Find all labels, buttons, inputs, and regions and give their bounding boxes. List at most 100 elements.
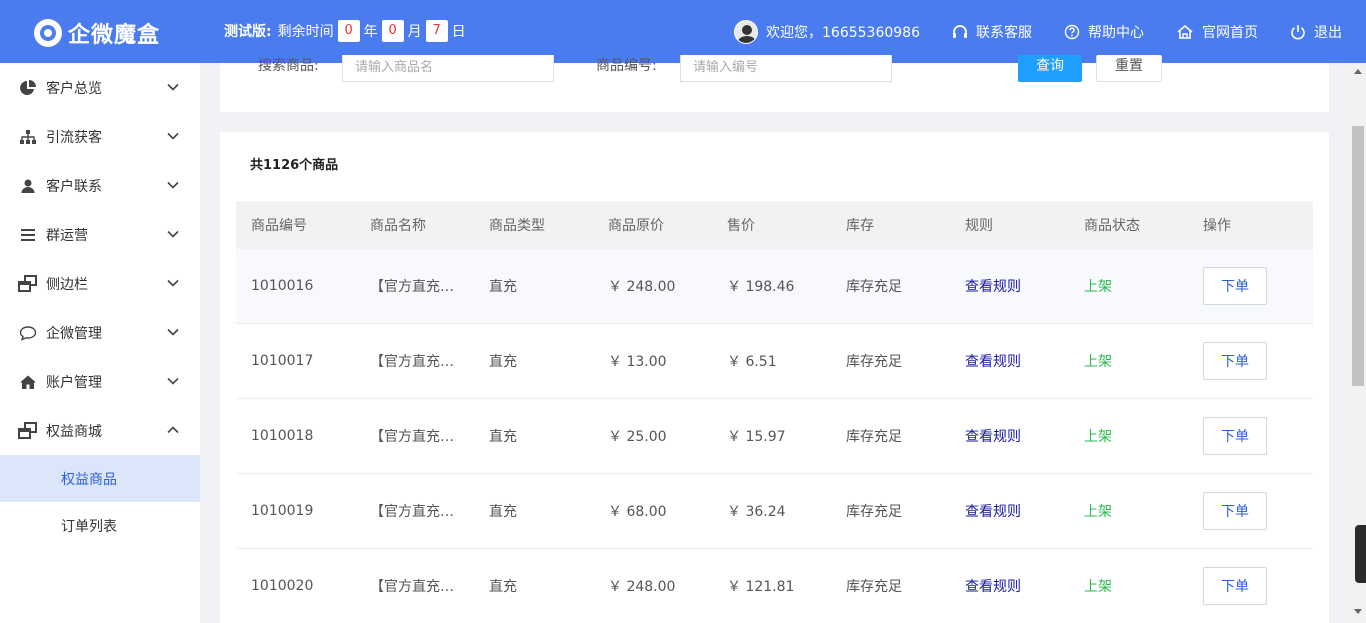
cell-price: ￥ 15.97 [727,429,786,445]
order-button[interactable]: 下单 [1203,567,1267,605]
user-icon [18,178,38,194]
user-welcome[interactable]: 欢迎您，16655360986 [734,19,920,44]
view-rule-link[interactable]: 查看规则 [950,501,1069,521]
sidebar-item-traffic[interactable]: 引流获客 [0,112,200,161]
cell-stock: 库存充足 [846,504,902,520]
cell-stock: 库存充足 [846,354,902,370]
status-badge: 上架 [1084,579,1112,595]
order-button[interactable]: 下单 [1203,342,1267,380]
header-stock: 库存 [846,218,874,234]
cell-name: 【官方直充… [370,279,454,295]
side-widget-tab[interactable] [1355,525,1366,583]
cell-type: 直充 [489,579,517,595]
status-badge: 上架 [1084,279,1112,295]
cell-type: 直充 [489,279,517,295]
cell-price: ￥ 121.81 [727,579,795,595]
chevron-down-icon [166,129,180,147]
sidebar-item-customer-contact[interactable]: 客户联系 [0,161,200,210]
view-rule-link[interactable]: 查看规则 [950,351,1069,371]
sidebar-subitem-order-list[interactable]: 订单列表 [0,502,200,549]
chevron-up-icon [166,423,180,441]
cell-original-price: ￥ 248.00 [608,279,676,295]
house-icon [1176,24,1194,40]
order-button[interactable]: 下单 [1203,267,1267,305]
logout-link[interactable]: 退出 [1290,22,1342,42]
chevron-down-icon [166,227,180,245]
cell-name: 【官方直充… [370,504,454,520]
cell-action: 下单 [1188,567,1307,605]
sidebar-item-label: 引流获客 [46,129,102,146]
top-right-nav: 欢迎您，16655360986 联系客服 帮助中心 官网首页 退出 [702,0,1342,63]
chat-bubble-icon [18,325,38,341]
reset-button[interactable]: 重置 [1096,55,1162,82]
months-digit: 0 [381,20,404,42]
order-button[interactable]: 下单 [1203,417,1267,455]
trial-info: 测试版: 剩余时间 0 年 0 月 7 日 [224,20,466,42]
trial-label: 测试版: [224,24,272,40]
sidebar-item-rights-mall[interactable]: 权益商城 [0,406,200,455]
cell-action: 下单 [1188,417,1307,455]
support-link[interactable]: 联系客服 [952,22,1032,42]
cell-original-price: ￥ 25.00 [608,429,667,445]
pie-chart-icon [18,79,38,97]
status-badge: 上架 [1084,504,1112,520]
view-rule-link[interactable]: 查看规则 [950,276,1069,296]
avatar [734,19,759,44]
cell-original-price: ￥ 68.00 [608,504,667,520]
sidebar-item-customer-overview[interactable]: 客户总览 [0,63,200,112]
days-digit: 7 [425,20,448,42]
sidebar-item-label: 权益商城 [46,423,102,440]
power-icon [1290,24,1306,40]
cell-action: 下单 [1188,267,1307,305]
sidebar-item-label: 客户总览 [46,80,102,97]
headset-icon [952,24,968,40]
code-search-input[interactable]: 请输入编号 [680,55,892,82]
product-count: 共1126个商品 [250,158,339,173]
sidebar-subitem-rights-products[interactable]: 权益商品 [0,455,200,502]
home-link[interactable]: 官网首页 [1176,22,1258,42]
sidebar-item-label: 客户联系 [46,178,102,195]
month-unit: 月 [407,24,422,40]
windows-icon [18,421,38,440]
view-rule-link[interactable]: 查看规则 [950,576,1069,596]
sidebar-item-wecom-manage[interactable]: 企微管理 [0,308,200,357]
header-price: 售价 [727,218,755,234]
cell-name: 【官方直充… [370,354,454,370]
view-rule-link[interactable]: 查看规则 [950,426,1069,446]
table-row: 1010018 【官方直充… 直充 ￥ 25.00 ￥ 15.97 库存充足 查… [236,399,1313,474]
scroll-down-arrow-icon[interactable] [1354,609,1362,614]
sidebar-item-group-ops[interactable]: 群运营 [0,210,200,259]
sidebar-item-label: 企微管理 [46,325,102,342]
table-row: 1010017 【官方直充… 直充 ￥ 13.00 ￥ 6.51 库存充足 查看… [236,324,1313,399]
years-digit: 0 [337,20,360,42]
code-search-label: 商品编号: [596,58,657,74]
sidebar-item-label: 账户管理 [46,374,102,391]
help-link[interactable]: 帮助中心 [1064,22,1144,42]
product-search-label: 搜索商品: [258,58,319,74]
header-status: 商品状态 [1084,218,1140,234]
order-button[interactable]: 下单 [1203,492,1267,530]
home-label: 官网首页 [1202,24,1258,41]
cell-stock: 库存充足 [846,579,902,595]
scroll-up-arrow-icon[interactable] [1354,69,1362,74]
query-button[interactable]: 查询 [1018,55,1082,82]
status-badge: 上架 [1084,354,1112,370]
sidebar-item-account-manage[interactable]: 账户管理 [0,357,200,406]
logo[interactable]: 企微魔盒 [34,17,160,49]
header-type: 商品类型 [489,218,545,234]
table-row: 1010019 【官方直充… 直充 ￥ 68.00 ￥ 36.24 库存充足 查… [236,474,1313,549]
cell-name: 【官方直充… [370,429,454,445]
welcome-text: 欢迎您，16655360986 [766,24,920,41]
logout-label: 退出 [1314,24,1342,41]
cell-type: 直充 [489,354,517,370]
chevron-down-icon [166,276,180,294]
scrollbar-thumb[interactable] [1352,126,1364,386]
logo-icon [34,19,62,47]
chevron-down-icon [166,178,180,196]
sidebar-item-sidebar[interactable]: 侧边栏 [0,259,200,308]
question-circle-icon [1064,24,1080,40]
year-unit: 年 [363,24,378,40]
table-row: 1010020 【官方直充… 直充 ￥ 248.00 ￥ 121.81 库存充足… [236,549,1313,623]
product-search-input[interactable]: 请输入商品名 [342,55,554,82]
chevron-down-icon [166,80,180,98]
